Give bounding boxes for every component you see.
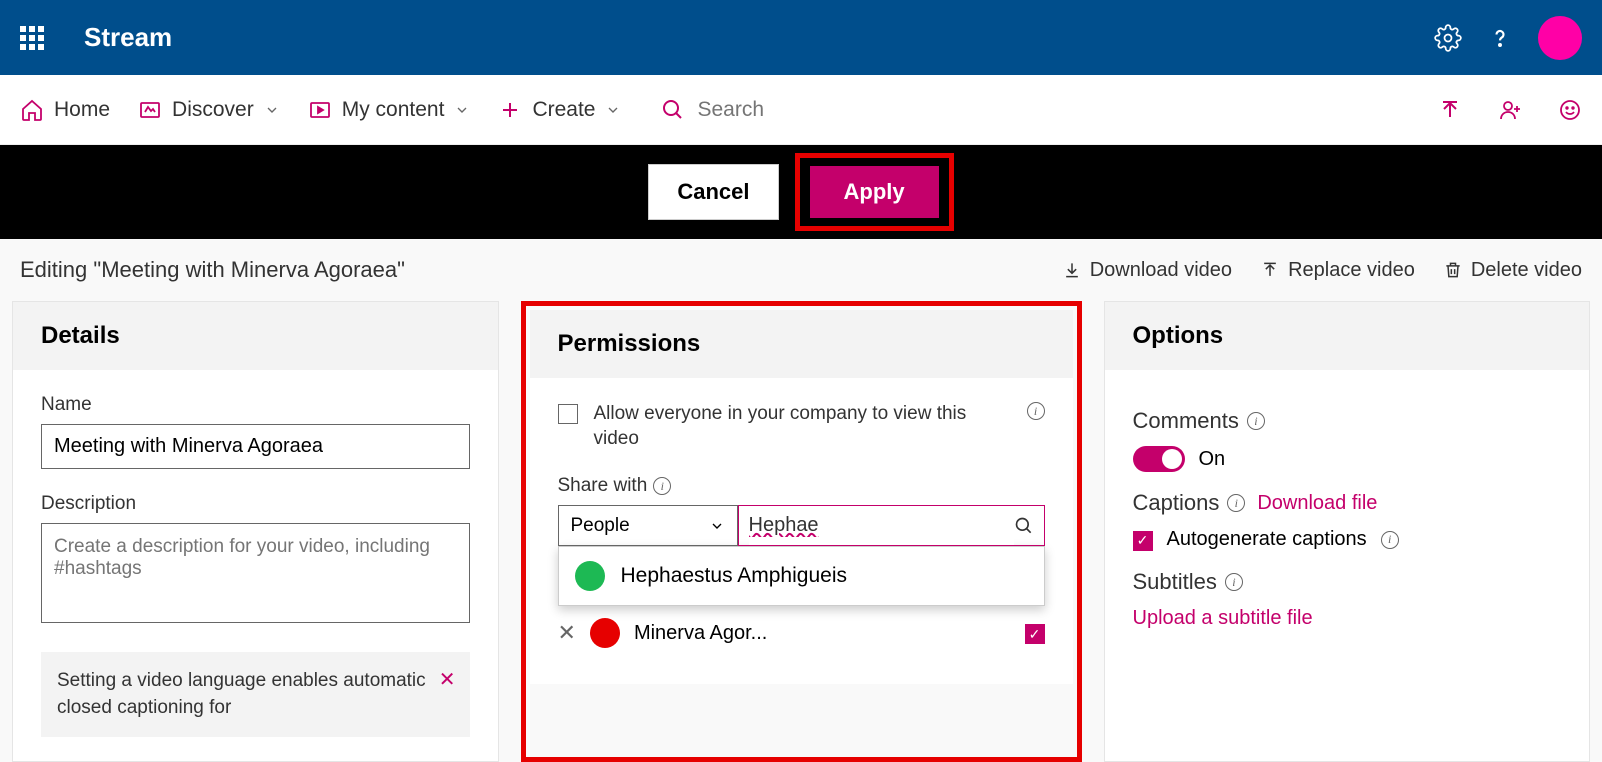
nav-discover-label: Discover (172, 98, 254, 122)
chevron-down-icon (264, 102, 280, 118)
nav-bar: Home Discover My content Create (0, 75, 1602, 145)
search-icon (661, 98, 685, 122)
nav-home[interactable]: Home (20, 98, 110, 122)
chevron-down-icon (454, 102, 470, 118)
nav-mycontent-label: My content (342, 98, 445, 122)
shared-person-name: Minerva Agor... (634, 622, 971, 645)
allow-everyone-checkbox[interactable] (558, 404, 578, 424)
download-icon (1062, 260, 1082, 280)
nav-home-label: Home (54, 98, 110, 122)
nav-create-label: Create (532, 98, 595, 122)
info-icon[interactable]: i (1381, 531, 1399, 549)
chevron-down-icon (709, 518, 725, 534)
shared-person-row: ✕ Minerva Agor... (558, 606, 1045, 660)
permissions-panel: Permissions Allow everyone in your compa… (530, 310, 1073, 684)
apply-highlight: Apply (795, 153, 954, 231)
remove-person-icon[interactable]: ✕ (558, 620, 576, 646)
info-icon[interactable]: i (1247, 412, 1265, 430)
replace-label: Replace video (1288, 259, 1415, 282)
details-panel: Details Name Description Setting a video… (12, 301, 499, 762)
replace-icon (1260, 260, 1280, 280)
title-row: Editing "Meeting with Minerva Agoraea" D… (0, 239, 1602, 301)
download-label: Download video (1090, 259, 1232, 282)
help-icon[interactable] (1486, 24, 1514, 52)
chevron-down-icon (605, 102, 621, 118)
name-label: Name (41, 394, 470, 416)
delete-video-action[interactable]: Delete video (1443, 259, 1582, 282)
smile-icon[interactable] (1558, 98, 1582, 122)
captions-section: Captions i Download file (1133, 490, 1562, 516)
share-search-wrap (738, 505, 1045, 546)
cancel-button[interactable]: Cancel (648, 164, 778, 220)
description-input[interactable] (41, 523, 470, 623)
nav-my-content[interactable]: My content (308, 98, 471, 122)
nav-create[interactable]: Create (498, 98, 621, 122)
top-bar: Stream (0, 0, 1602, 75)
info-icon[interactable]: i (1227, 494, 1245, 512)
description-label: Description (41, 493, 470, 515)
app-launcher-icon[interactable] (20, 26, 44, 50)
info-icon[interactable]: i (653, 477, 671, 495)
home-icon (20, 98, 44, 122)
details-header: Details (13, 302, 498, 370)
add-person-icon[interactable] (1498, 98, 1522, 122)
suggestion-item[interactable]: Hephaestus Amphigueis (559, 547, 1044, 605)
comments-state: On (1199, 448, 1226, 471)
owner-checkbox[interactable] (1025, 624, 1045, 644)
info-text: Setting a video language enables automat… (57, 670, 426, 718)
person-avatar (575, 561, 605, 591)
scope-value: People (571, 515, 630, 537)
comments-section: Comments i (1133, 408, 1562, 434)
permissions-header: Permissions (530, 310, 1073, 378)
close-icon[interactable]: ✕ (439, 666, 456, 694)
share-scope-dropdown[interactable]: People (558, 505, 738, 546)
autogen-label: Autogenerate captions (1167, 528, 1367, 551)
name-input[interactable] (41, 424, 470, 469)
upload-subtitle-link[interactable]: Upload a subtitle file (1133, 607, 1562, 630)
nav-discover[interactable]: Discover (138, 98, 280, 122)
app-name: Stream (84, 22, 172, 53)
replace-video-action[interactable]: Replace video (1260, 259, 1415, 282)
plus-icon (498, 98, 522, 122)
allow-everyone-label: Allow everyone in your company to view t… (594, 402, 1011, 451)
suggestion-name: Hephaestus Amphigueis (621, 564, 847, 588)
comments-toggle[interactable] (1133, 446, 1185, 472)
autogen-checkbox[interactable] (1133, 531, 1153, 551)
video-icon (308, 98, 332, 122)
search-input[interactable] (697, 98, 897, 122)
download-video-action[interactable]: Download video (1062, 259, 1232, 282)
info-icon[interactable]: i (1027, 402, 1045, 420)
options-header: Options (1105, 302, 1590, 370)
language-info-box: Setting a video language enables automat… (41, 652, 470, 737)
person-avatar (590, 618, 620, 648)
download-captions-link[interactable]: Download file (1257, 492, 1377, 515)
discover-icon (138, 98, 162, 122)
info-icon[interactable]: i (1225, 573, 1243, 591)
apply-button[interactable]: Apply (810, 166, 939, 218)
delete-label: Delete video (1471, 259, 1582, 282)
permissions-highlight: Permissions Allow everyone in your compa… (521, 301, 1082, 762)
share-with-label: Share with i (558, 475, 1045, 497)
gear-icon[interactable] (1434, 24, 1462, 52)
subtitles-section: Subtitles i (1133, 569, 1562, 595)
options-panel: Options Comments i On Captions i Downloa… (1104, 301, 1591, 762)
editing-title: Editing "Meeting with Minerva Agoraea" (20, 257, 405, 283)
action-bar: Cancel Apply (0, 145, 1602, 239)
search-icon (1014, 516, 1034, 536)
upload-icon[interactable] (1438, 98, 1462, 122)
trash-icon (1443, 260, 1463, 280)
share-search-input[interactable] (749, 506, 1014, 545)
avatar[interactable] (1538, 16, 1582, 60)
suggestion-dropdown: Hephaestus Amphigueis (558, 546, 1045, 606)
